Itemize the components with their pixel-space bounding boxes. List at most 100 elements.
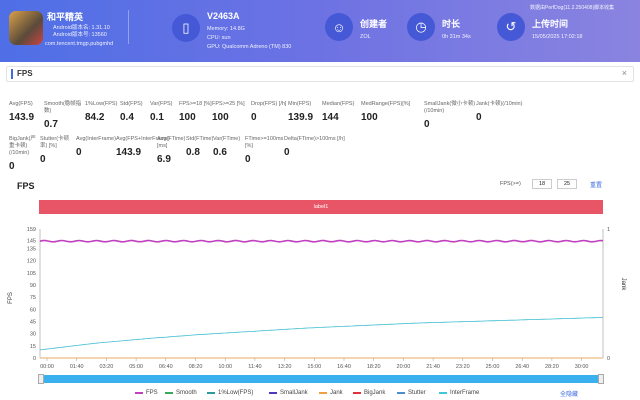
legend-item[interactable]: BigJank <box>353 390 385 396</box>
legend-label: Jank <box>330 390 343 396</box>
section-marker <box>11 69 13 79</box>
stat-label: Smooth(稳帧指数) <box>44 101 85 115</box>
device-cpu: CPU: sun <box>207 34 231 42</box>
legend-item[interactable]: FPS <box>135 390 158 396</box>
stat-label: Var(FTime) <box>213 136 245 143</box>
fps-threshold-input-1[interactable]: 18 <box>532 179 552 189</box>
stat-label: Jank(卡顿)(/10min) <box>476 101 546 108</box>
stat-value: 0.6 <box>213 147 245 158</box>
legend-item[interactable]: 1%Low(FPS) <box>207 390 253 396</box>
stat-item: 1%Low(FPS)84.2 <box>85 101 120 123</box>
stat-label: Drop(FPS) [/h] <box>251 101 288 108</box>
y-tick-label: 0 <box>33 356 36 362</box>
slider-handle-right[interactable] <box>598 374 604 384</box>
fps-threshold-input-2[interactable]: 25 <box>557 179 577 189</box>
x-tick-label: 05:00 <box>129 364 143 370</box>
stat-value: 0 <box>424 119 476 130</box>
stat-label: Std(FPS) <box>120 101 150 108</box>
legend-item[interactable]: Smooth <box>165 390 197 396</box>
legend-item[interactable]: Jank <box>319 390 343 396</box>
y-tick-label: 45 <box>30 319 36 325</box>
legend-swatch <box>207 392 215 394</box>
stat-item: Var(FPS) 0.1 <box>150 101 179 123</box>
stat-item: Std(FTime)0.8 <box>186 136 213 158</box>
stat-value: 0 <box>251 112 288 123</box>
stat-item: FPS>=25 [%] 100 <box>212 101 251 123</box>
stat-label: Var(FPS) <box>150 101 179 108</box>
stat-label: Avg(FTime) [ms] <box>157 136 186 150</box>
stat-item: FTime>=100ms [%]0 <box>245 136 284 165</box>
legend-swatch <box>397 392 405 394</box>
creator-label: 创建者 <box>360 17 387 30</box>
hide-all-button[interactable]: 全隐藏 <box>560 389 578 398</box>
stat-label: Avg(FPS+InterFrame) <box>116 136 157 143</box>
fps-threshold-label: FPS(>=) <box>500 181 521 187</box>
device-memory: Memory: 14.8G <box>207 25 245 33</box>
stat-item: Min(FPS)139.9 <box>288 101 322 123</box>
stat-item: SmallJank(微小卡顿)(/10min)0 <box>424 101 476 130</box>
x-tick-label: 13:20 <box>278 364 292 370</box>
stat-value: 0.1 <box>150 112 179 123</box>
app-name: 和平精英 <box>47 10 83 23</box>
stat-item: Drop(FPS) [/h] 0 <box>251 101 288 123</box>
series-line-fps <box>40 241 603 242</box>
y-tick-label: 30 <box>30 332 36 338</box>
stat-value: 0 <box>245 154 284 165</box>
x-tick-label: 08:20 <box>189 364 203 370</box>
stat-label: FPS>=25 [%] <box>212 101 251 108</box>
x-tick-label: 23:20 <box>456 364 470 370</box>
stat-label: Avg(FPS) <box>9 101 44 108</box>
stat-label: MedRange(FPS)[%] <box>361 101 424 108</box>
legend-item[interactable]: Stutter <box>397 390 426 396</box>
app-version-code: Android版本号: 13560 <box>53 31 107 39</box>
stat-label: Avg(InterFrame) <box>76 136 116 143</box>
slider-handle-left[interactable] <box>38 374 44 384</box>
upload-value: 15/05/2025 17:02:18 <box>532 33 582 41</box>
x-tick-label: 28:20 <box>545 364 559 370</box>
legend-label: FPS <box>146 390 158 396</box>
stat-value: 100 <box>212 112 251 123</box>
upload-label: 上传时间 <box>532 17 568 30</box>
stat-value: 6.9 <box>157 154 186 165</box>
stat-value: 0 <box>40 154 76 165</box>
legend-label: BigJank <box>364 390 385 396</box>
y-tick-label: 105 <box>27 271 36 277</box>
x-tick-label: 15:00 <box>307 364 321 370</box>
stat-value: 0.8 <box>186 147 213 158</box>
x-tick-label: 06:40 <box>159 364 173 370</box>
close-icon[interactable]: × <box>622 68 627 78</box>
report-header: 和平精英 Android版本名: 1.31.10 Android版本号: 135… <box>0 0 640 62</box>
legend-swatch <box>269 392 277 394</box>
device-model: V2463A <box>207 11 240 21</box>
x-tick-label: 10:00 <box>218 364 232 370</box>
legend-swatch <box>439 392 447 394</box>
stat-value: 144 <box>322 112 361 123</box>
legend-label: InterFrame <box>450 390 479 396</box>
reset-button[interactable]: 重置 <box>590 180 602 189</box>
label-bar[interactable]: label1 <box>39 200 603 214</box>
series-line-1lowfps <box>40 317 603 350</box>
time-range-slider[interactable] <box>40 375 603 383</box>
legend-item[interactable]: SmallJank <box>269 390 308 396</box>
stat-value: 0 <box>9 161 40 172</box>
y-right-tick-label: 1 <box>607 227 610 233</box>
x-tick-label: 00:00 <box>40 364 54 370</box>
stat-item: MedRange(FPS)[%]100 <box>361 101 424 123</box>
duration-label: 时长 <box>442 17 460 30</box>
stat-value: 0 <box>476 112 546 123</box>
stat-value: 0 <box>76 147 116 158</box>
y-tick-label: 90 <box>30 283 36 289</box>
legend-swatch <box>319 392 327 394</box>
x-tick-label: 18:20 <box>367 364 381 370</box>
y-tick-label: 145 <box>27 238 36 244</box>
stat-value: 84.2 <box>85 112 120 123</box>
user-icon: ☺ <box>325 13 353 41</box>
legend-item[interactable]: InterFrame <box>439 390 479 396</box>
stat-label: BigJank(严重卡顿)(/10min) <box>9 136 40 157</box>
x-tick-label: 30:00 <box>575 364 589 370</box>
device-gpu: GPU: Qualcomm Adreno (TM) 830 <box>207 43 291 51</box>
stat-value: 100 <box>179 112 212 123</box>
clock-icon: ◷ <box>407 13 435 41</box>
stat-label: Delta(FTime)>100ms [/h] <box>284 136 354 143</box>
x-tick-label: 20:00 <box>397 364 411 370</box>
